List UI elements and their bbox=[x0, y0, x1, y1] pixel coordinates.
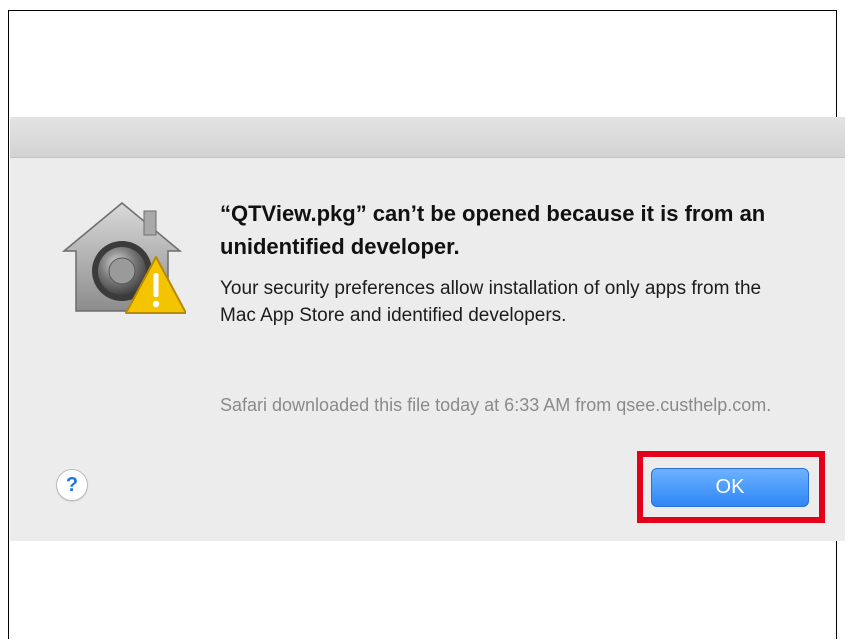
ok-button[interactable]: OK bbox=[651, 468, 809, 507]
security-alert-dialog: “QTView.pkg” can’t be opened because it … bbox=[10, 117, 845, 541]
alert-headline: “QTView.pkg” can’t be opened because it … bbox=[220, 201, 766, 259]
alert-message: Your security preferences allow installa… bbox=[220, 278, 762, 326]
gatekeeper-security-icon bbox=[61, 201, 187, 321]
dialog-titlebar bbox=[10, 117, 845, 158]
help-button[interactable]: ? bbox=[56, 469, 88, 501]
house-lock-icon bbox=[61, 202, 187, 314]
download-source-note: Safari downloaded this file today at 6:3… bbox=[220, 395, 772, 415]
